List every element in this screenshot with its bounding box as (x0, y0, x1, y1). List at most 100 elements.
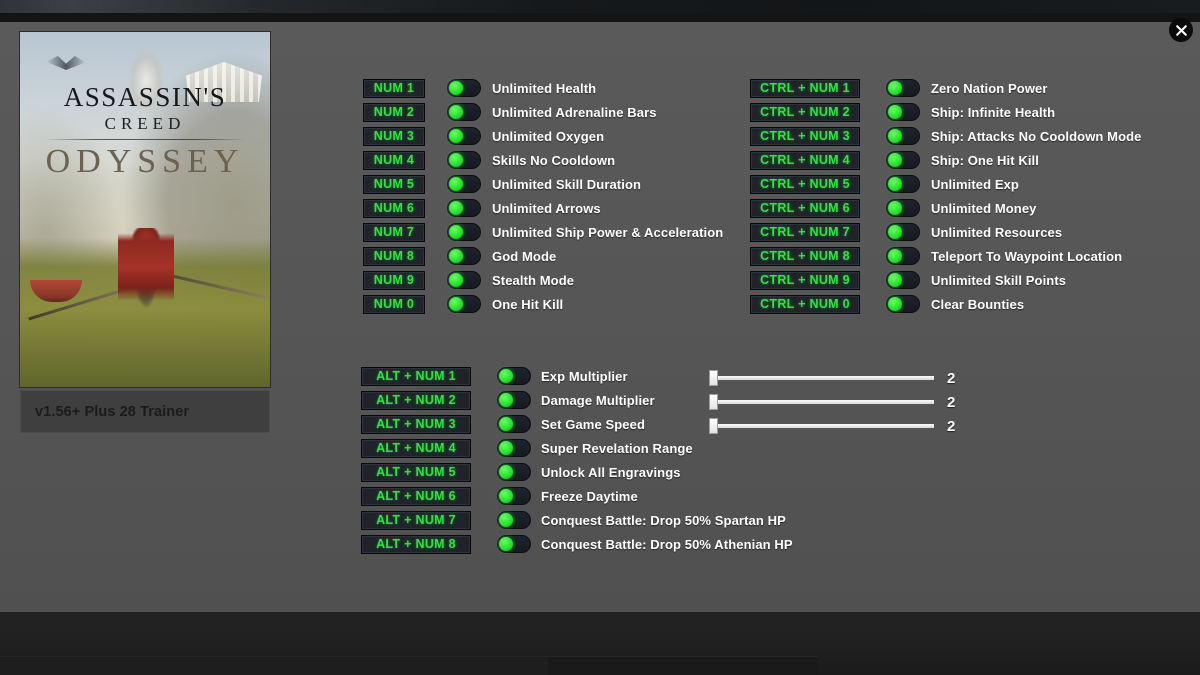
cheat-row: NUM 5 Unlimited Skill Duration (363, 172, 723, 196)
hotkey-button[interactable]: NUM 9 (363, 270, 425, 290)
toggle-knob (888, 81, 902, 95)
hotkey-button[interactable]: ALT + NUM 6 (361, 486, 471, 506)
hotkey-button[interactable]: CTRL + NUM 6 (750, 198, 860, 218)
cheat-row: CTRL + NUM 9 Unlimited Skill Points (750, 268, 1142, 292)
toggle-knob (449, 249, 463, 263)
cheat-row: CTRL + NUM 7 Unlimited Resources (750, 220, 1142, 244)
hotkey-button[interactable]: CTRL + NUM 7 (750, 222, 860, 242)
hotkey-button[interactable]: CTRL + NUM 9 (750, 270, 860, 290)
cheat-toggle[interactable] (886, 199, 920, 217)
cheat-toggle[interactable] (447, 199, 481, 217)
cheat-row: NUM 9 Stealth Mode (363, 268, 723, 292)
hotkey-button[interactable]: ALT + NUM 4 (361, 438, 471, 458)
cheat-toggle[interactable] (497, 535, 531, 553)
cheat-row: ALT + NUM 8 Conquest Battle: Drop 50% Ath… (361, 532, 793, 556)
slider-track[interactable] (718, 400, 934, 404)
slider-handle[interactable] (709, 418, 718, 434)
cheat-row: CTRL + NUM 0 Clear Bounties (750, 292, 1142, 316)
hotkey-button[interactable]: CTRL + NUM 1 (750, 78, 860, 98)
slider-track[interactable] (718, 424, 934, 428)
slider-handle[interactable] (709, 370, 718, 386)
cheat-toggle[interactable] (886, 127, 920, 145)
cheat-toggle[interactable] (497, 415, 531, 433)
game-cover-panel: ASSASSIN'S CREED ODYSSEY (20, 32, 270, 387)
hotkey-button[interactable]: CTRL + NUM 4 (750, 150, 860, 170)
cheat-toggle[interactable] (497, 439, 531, 457)
hotkey-button[interactable]: CTRL + NUM 2 (750, 102, 860, 122)
cheat-toggle[interactable] (447, 151, 481, 169)
cheat-label: Unlimited Resources (931, 224, 1063, 240)
slider-track[interactable] (718, 376, 934, 380)
value-slider[interactable]: 2 (709, 418, 955, 435)
value-slider[interactable]: 2 (709, 369, 956, 387)
close-icon (1175, 24, 1187, 36)
hotkey-button[interactable]: ALT + NUM 8 (361, 534, 471, 554)
hotkey-button[interactable]: NUM 3 (363, 126, 425, 146)
cheat-toggle[interactable] (447, 127, 481, 145)
cheat-row: CTRL + NUM 3 Ship: Attacks No Cooldown Mo… (750, 124, 1142, 148)
hotkey-button[interactable]: CTRL + NUM 5 (750, 174, 860, 194)
cheat-toggle[interactable] (447, 271, 481, 289)
cheat-label: Set Game Speed (541, 416, 645, 432)
hotkey-button[interactable]: NUM 5 (363, 174, 425, 194)
cheat-toggle[interactable] (497, 487, 531, 505)
slider-handle[interactable] (709, 394, 718, 410)
cheat-toggle[interactable] (447, 247, 481, 265)
hotkey-button[interactable]: ALT + NUM 5 (361, 462, 471, 482)
cheat-toggle[interactable] (886, 175, 920, 193)
game-title-line2: CREED (104, 114, 186, 133)
cheat-row: NUM 2 Unlimited Adrenaline Bars (363, 100, 723, 124)
cheat-label: Super Revelation Range (541, 440, 693, 456)
cheat-label: Unlimited Arrows (492, 200, 601, 216)
hotkey-button[interactable]: ALT + NUM 1 (361, 366, 471, 386)
cheat-row: NUM 3 Unlimited Oxygen (363, 124, 723, 148)
cheat-label: Unlimited Health (492, 80, 597, 96)
cheat-toggle[interactable] (886, 247, 920, 265)
cheat-toggle[interactable] (447, 79, 481, 97)
hotkey-button[interactable]: NUM 0 (363, 294, 425, 314)
ship-decoration (30, 280, 82, 302)
toggle-knob (499, 537, 513, 551)
hotkey-button[interactable]: NUM 7 (363, 222, 425, 242)
cheat-toggle[interactable] (886, 223, 920, 241)
cheat-toggle[interactable] (886, 151, 920, 169)
toggle-knob (888, 225, 902, 239)
cheat-row: NUM 1 Unlimited Health (363, 76, 723, 100)
cheat-toggle[interactable] (447, 103, 481, 121)
cheat-toggle[interactable] (886, 295, 920, 313)
hotkey-button[interactable]: CTRL + NUM 3 (750, 126, 860, 146)
cheat-label: Unlock All Engravings (541, 464, 681, 480)
toggle-knob (888, 105, 902, 119)
toggle-knob (888, 201, 902, 215)
hotkey-button[interactable]: NUM 1 (363, 78, 425, 98)
hotkey-button[interactable]: NUM 8 (363, 246, 425, 266)
hotkey-button[interactable]: NUM 6 (363, 198, 425, 218)
cheat-label: Freeze Daytime (541, 488, 638, 504)
hotkey-button[interactable]: NUM 2 (363, 102, 425, 122)
hotkey-button[interactable]: ALT + NUM 7 (361, 510, 471, 530)
close-button[interactable] (1169, 18, 1193, 42)
hotkey-button[interactable]: ALT + NUM 3 (361, 414, 471, 434)
cheat-toggle[interactable] (497, 511, 531, 529)
hotkey-button[interactable]: CTRL + NUM 0 (750, 294, 860, 314)
cheat-toggle[interactable] (886, 103, 920, 121)
cheat-toggle[interactable] (886, 79, 920, 97)
cheat-toggle[interactable] (886, 271, 920, 289)
cheat-toggle[interactable] (497, 391, 531, 409)
value-slider[interactable]: 2 (709, 393, 956, 411)
toggle-knob (449, 201, 463, 215)
hotkey-button[interactable]: CTRL + NUM 8 (750, 246, 860, 266)
toggle-knob (499, 441, 513, 455)
cheat-row: NUM 7 Unlimited Ship Power & Acceleration (363, 220, 723, 244)
cheat-toggle[interactable] (447, 175, 481, 193)
cheat-toggle[interactable] (497, 463, 531, 481)
slider-value: 2 (947, 393, 956, 411)
hotkey-button[interactable]: NUM 4 (363, 150, 425, 170)
hotkey-button[interactable]: ALT + NUM 2 (361, 390, 471, 410)
toggle-knob (888, 153, 902, 167)
cheat-toggle[interactable] (447, 295, 481, 313)
cheat-toggle[interactable] (447, 223, 481, 241)
slider-value: 2 (947, 369, 956, 387)
cheat-label: Zero Nation Power (931, 80, 1048, 96)
cheat-toggle[interactable] (497, 367, 531, 385)
